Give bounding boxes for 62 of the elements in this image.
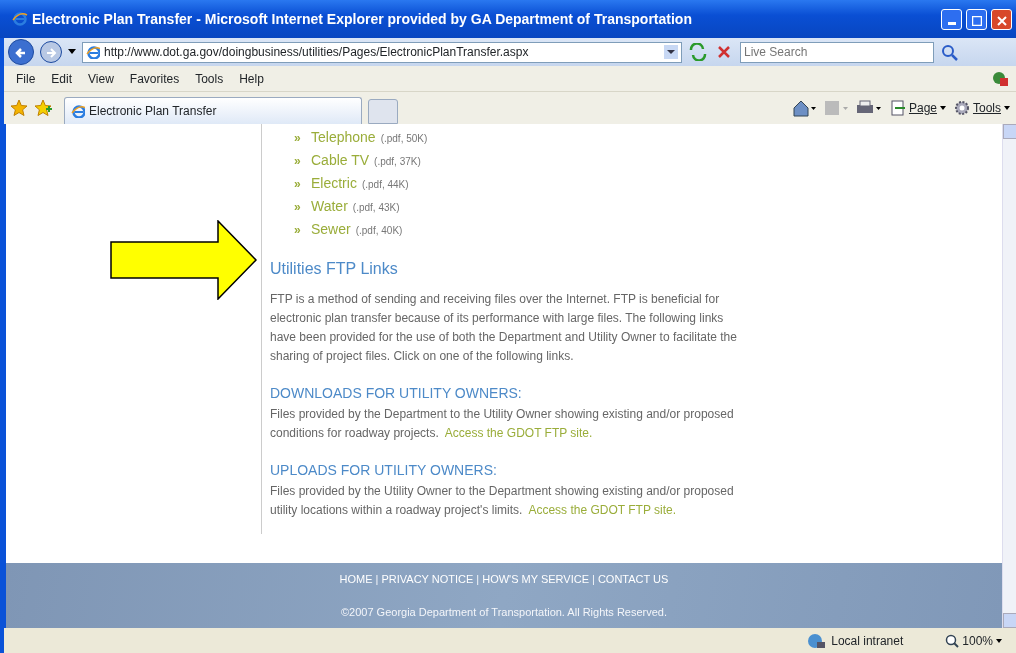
group-heading: UPLOADS FOR UTILITY OWNERS: bbox=[270, 461, 498, 480]
back-button[interactable] bbox=[8, 39, 34, 65]
bullet-icon: » bbox=[270, 221, 306, 240]
menu-item[interactable]: Edit bbox=[45, 69, 79, 88]
minimize-button[interactable] bbox=[941, 8, 962, 30]
home-icon[interactable] bbox=[791, 99, 816, 117]
forward-button[interactable] bbox=[40, 41, 62, 63]
bullet-icon: » bbox=[270, 152, 306, 171]
left-arrow-icon bbox=[14, 45, 28, 60]
refresh-icon[interactable] bbox=[688, 43, 708, 61]
translate-icon[interactable] bbox=[992, 71, 1010, 88]
pointer-arrow-icon bbox=[110, 220, 257, 300]
browser-logo-icon bbox=[12, 11, 28, 27]
gear-icon bbox=[954, 100, 970, 116]
menu-item[interactable]: Help bbox=[233, 69, 270, 88]
bullet-icon: » bbox=[270, 198, 306, 217]
file-info: (.pdf, 50K) bbox=[380, 132, 428, 146]
bullet-icon: » bbox=[270, 175, 306, 194]
minimize-icon bbox=[947, 22, 956, 26]
link-separator: | bbox=[375, 572, 379, 587]
globe-icon bbox=[807, 632, 826, 649]
file-info: (.pdf, 43K) bbox=[352, 201, 400, 215]
browser-tab[interactable]: Electronic Plan Transfer bbox=[64, 97, 362, 124]
maximize-icon bbox=[971, 15, 982, 26]
maximize-button[interactable] bbox=[966, 8, 987, 30]
link-separator: | bbox=[592, 572, 595, 587]
page-icon bbox=[889, 100, 906, 116]
intro-paragraph: FTP is a method of sending and receiving files over the Internet. FTP is beneficial for electronic plan transfer because of its performance with large files. The following links have been provided for the use of both the Department and Utility Owner to facilitate the sharing of project files. Click on one of the following links. bbox=[270, 291, 738, 365]
zone-label: Local intranet bbox=[831, 632, 904, 650]
toolbar-menu[interactable]: Tools bbox=[954, 99, 1010, 117]
add-favorite-icon[interactable] bbox=[34, 99, 52, 117]
caret-icon bbox=[940, 106, 946, 110]
address-field[interactable]: http://www.dot.ga.gov/doingbusiness/utilities/Pages/ElectronicPlanTransfer.aspx bbox=[82, 41, 682, 63]
caret-icon bbox=[1004, 106, 1010, 110]
close-icon bbox=[996, 15, 1007, 26]
menu-item[interactable]: Tools bbox=[189, 69, 230, 88]
favorites-star-icon[interactable] bbox=[10, 99, 28, 117]
toolbar-menu[interactable]: Page bbox=[889, 99, 946, 117]
zoom-icon bbox=[945, 633, 960, 648]
window-title: Electronic Plan Transfer - Microsoft Internet Explorer provided by GA Department of Transportation bbox=[32, 9, 693, 29]
bullet-icon: » bbox=[270, 129, 306, 148]
copyright-text: ©2007 Georgia Department of Transportation. All Rights Reserved. bbox=[340, 604, 668, 620]
link-separator: | bbox=[476, 572, 480, 587]
zoom-control[interactable]: 100% bbox=[945, 631, 1002, 650]
menu-item[interactable]: Favorites bbox=[123, 69, 186, 88]
menu-item[interactable]: File bbox=[10, 69, 42, 88]
group-paragraph: Files provided by the Department to the Utility Owner showing existing and/or proposed conditions for roadway projects. Access the GDOT FTP site. bbox=[270, 406, 735, 442]
file-info: (.pdf, 40K) bbox=[355, 224, 403, 238]
file-info: (.pdf, 44K) bbox=[361, 178, 409, 192]
page-icon bbox=[86, 45, 100, 59]
right-arrow-icon bbox=[45, 46, 57, 59]
menu-item[interactable]: View bbox=[82, 69, 120, 88]
caret-icon bbox=[996, 638, 1002, 643]
file-info: (.pdf, 37K) bbox=[374, 155, 421, 169]
group-heading: DOWNLOADS FOR UTILITY OWNERS: bbox=[270, 384, 523, 403]
group-paragraph: Files provided by the Utility Owner to the Department showing existing and/or proposed utility locations within a roadway project's limits. Access the GDOT FTP site. bbox=[270, 483, 735, 519]
dropdown-arrow-icon[interactable] bbox=[68, 49, 76, 55]
search-field[interactable]: Live Search bbox=[740, 41, 934, 63]
page-icon bbox=[71, 104, 85, 118]
close-button[interactable] bbox=[991, 8, 1012, 30]
search-icon[interactable] bbox=[940, 43, 960, 61]
section-heading: Utilities FTP Links bbox=[270, 259, 399, 278]
